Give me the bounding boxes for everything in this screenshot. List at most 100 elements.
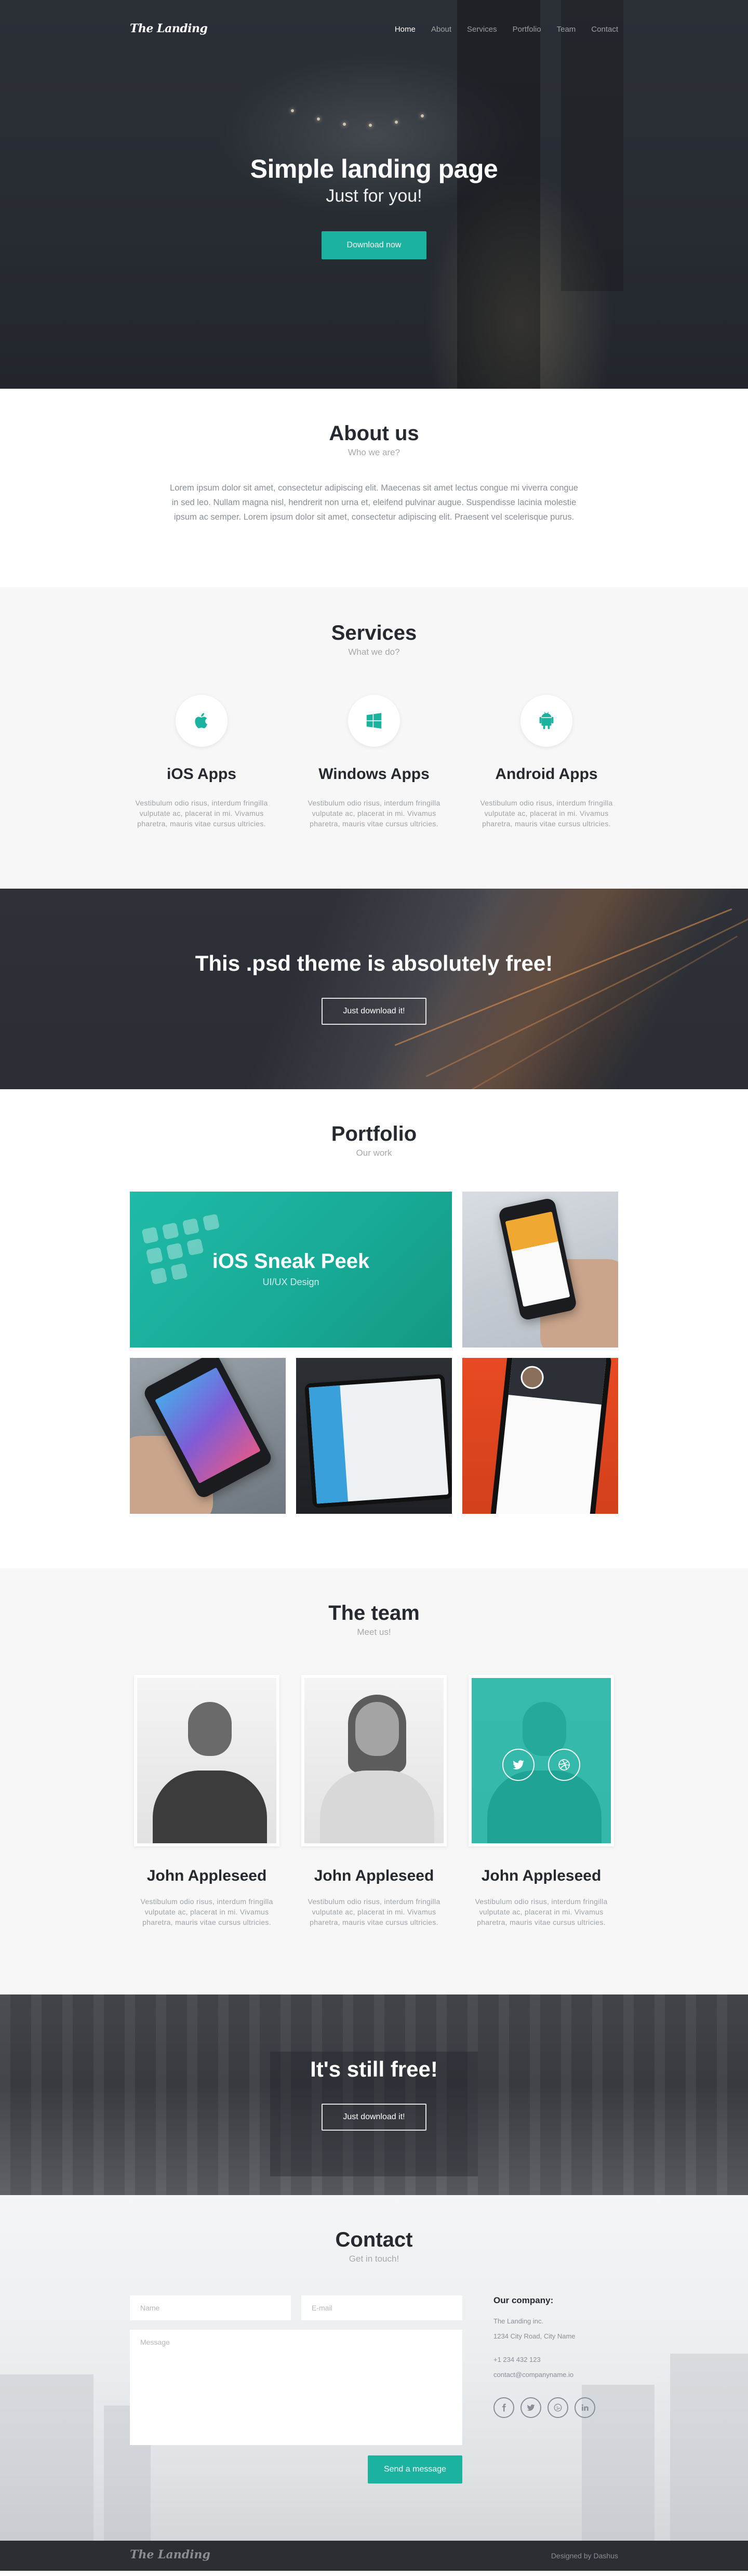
hero-title: Simple landing page — [250, 154, 498, 183]
nav-item-contact[interactable]: Contact — [591, 25, 618, 34]
about-title: About us — [329, 422, 419, 445]
services-grid: iOS Apps Vestibulum odio risus, interdum… — [130, 695, 618, 829]
company-address: 1234 City Road, City Name — [493, 2332, 576, 2340]
portfolio-title: Portfolio — [331, 1122, 417, 1145]
twitter-icon[interactable] — [502, 1749, 535, 1781]
portfolio-featured-title: iOS Sneak Peek — [212, 1250, 370, 1273]
still-free-banner: It's still free! Just download it! — [0, 1994, 748, 2195]
member-social-links — [472, 1749, 611, 1781]
just-download-button[interactable]: Just download it! — [322, 998, 426, 1025]
team-subtitle: Meet us! — [357, 1627, 391, 1637]
team-member-photo[interactable] — [134, 1675, 279, 1846]
team-member-name: John Appleseed — [314, 1867, 434, 1884]
phone-image — [498, 1197, 578, 1322]
company-phone: +1 234 432 123 — [493, 2356, 541, 2363]
company-name: The Landing inc. — [493, 2317, 544, 2325]
service-name: iOS Apps — [167, 765, 236, 783]
team-member-card: John Appleseed Vestibulum odio risus, in… — [469, 1675, 614, 1927]
about-section: About us Who we are? Lorem ipsum dolor s… — [0, 389, 748, 587]
company-email[interactable]: contact@companyname.io — [493, 2371, 618, 2379]
message-field[interactable] — [130, 2330, 462, 2445]
about-subtitle: Who we are? — [348, 447, 400, 457]
about-text: Lorem ipsum dolor sit amet, consectetur … — [170, 483, 578, 522]
portfolio-item-phone-app[interactable] — [462, 1192, 618, 1348]
just-download-button[interactable]: Just download it! — [322, 2104, 426, 2131]
team-member-card: John Appleseed Vestibulum odio risus, in… — [301, 1675, 447, 1927]
team-section: The team Meet us! John Appleseed Vestibu… — [0, 1568, 748, 1994]
service-name: Android Apps — [495, 765, 598, 783]
nav-item-services[interactable]: Services — [467, 25, 497, 34]
lantern-light — [291, 109, 294, 112]
services-subtitle: What we do? — [348, 647, 400, 657]
lantern-light — [395, 121, 398, 124]
lantern-light — [421, 114, 424, 117]
service-description: Vestibulum odio risus, interdum fringill… — [308, 799, 440, 828]
nav-item-home[interactable]: Home — [395, 25, 416, 34]
lantern-light — [317, 117, 320, 121]
tablet-image — [304, 1373, 452, 1509]
team-member-bio: Vestibulum odio risus, interdum fringill… — [308, 1897, 440, 1926]
site-logo[interactable]: The Landing — [130, 22, 208, 35]
site-footer: The Landing Designed by Dashus — [0, 2541, 748, 2571]
top-navigation: The Landing Home About Services Portfoli… — [0, 22, 748, 37]
team-member-photo[interactable] — [469, 1675, 614, 1846]
city-skyline — [670, 2354, 748, 2541]
hero-section: The Landing Home About Services Portfoli… — [0, 0, 748, 389]
windows-icon — [348, 695, 400, 747]
name-field[interactable] — [130, 2295, 291, 2320]
email-field[interactable] — [301, 2295, 462, 2320]
team-member-name: John Appleseed — [481, 1867, 602, 1884]
portfolio-subtitle: Our work — [356, 1148, 392, 1158]
team-member-bio: Vestibulum odio risus, interdum fringill… — [140, 1897, 273, 1926]
nav-item-portfolio[interactable]: Portfolio — [513, 25, 541, 34]
team-member-name: John Appleseed — [146, 1867, 267, 1884]
android-icon — [520, 695, 572, 747]
send-message-button[interactable]: Send a message — [368, 2455, 462, 2483]
team-member-card: John Appleseed Vestibulum odio risus, in… — [134, 1675, 279, 1927]
facebook-icon[interactable] — [493, 2397, 514, 2418]
portfolio-item-iphone[interactable] — [130, 1358, 286, 1514]
company-info-title: Our company: — [493, 2295, 554, 2305]
nav-item-about[interactable]: About — [431, 25, 451, 34]
dribbble-icon[interactable] — [547, 2397, 568, 2418]
nav-menu: Home About Services Portfolio Team Conta… — [395, 25, 618, 34]
service-description: Vestibulum odio risus, interdum fringill… — [135, 799, 268, 828]
portfolio-section: Portfolio Our work iOS Sneak Peek UI/UX … — [0, 1089, 748, 1568]
lantern-light — [343, 123, 346, 126]
portfolio-item-profile-app[interactable] — [462, 1358, 618, 1514]
services-title: Services — [331, 622, 417, 644]
contact-body: Send a message Our company: The Landing … — [130, 2295, 618, 2483]
service-card-android: Android Apps Vestibulum odio risus, inte… — [475, 695, 618, 829]
portfolio-item-featured[interactable]: iOS Sneak Peek UI/UX Design — [130, 1192, 452, 1348]
company-info: Our company: The Landing inc. 1234 City … — [493, 2295, 618, 2483]
service-description: Vestibulum odio risus, interdum fringill… — [480, 799, 613, 828]
team-member-bio: Vestibulum odio risus, interdum fringill… — [475, 1897, 608, 1926]
contact-section: Contact Get in touch! Send a message Our… — [0, 2195, 748, 2541]
download-now-button[interactable]: Download now — [322, 231, 426, 259]
team-grid: John Appleseed Vestibulum odio risus, in… — [130, 1675, 618, 1927]
footer-credit: Designed by Dashus — [551, 2552, 618, 2560]
banner-title: It's still free! — [310, 2057, 438, 2081]
hero-subtitle: Just for you! — [326, 186, 422, 206]
city-skyline — [0, 2374, 94, 2541]
services-section: Services What we do? iOS Apps Vestibulum… — [0, 587, 748, 889]
service-card-ios: iOS Apps Vestibulum odio risus, interdum… — [130, 695, 273, 829]
team-member-photo[interactable] — [301, 1675, 447, 1846]
linkedin-icon[interactable] — [575, 2397, 595, 2418]
social-links — [493, 2397, 618, 2418]
portfolio-featured-subtitle: UI/UX Design — [262, 1277, 319, 1287]
banner-title: This .psd theme is absolutely free! — [195, 951, 553, 975]
nav-item-team[interactable]: Team — [557, 25, 576, 34]
lantern-light — [369, 124, 372, 127]
service-name: Windows Apps — [318, 765, 430, 783]
phone-image — [489, 1358, 612, 1514]
hero-content: Simple landing page Just for you! Downlo… — [0, 154, 748, 259]
footer-logo[interactable]: The Landing — [130, 2548, 210, 2561]
portfolio-item-tablet[interactable] — [296, 1358, 452, 1514]
contact-form: Send a message — [130, 2295, 462, 2483]
dribbble-icon[interactable] — [548, 1749, 580, 1781]
team-title: The team — [328, 1602, 420, 1624]
apple-icon — [176, 695, 228, 747]
twitter-icon[interactable] — [520, 2397, 541, 2418]
free-theme-banner: This .psd theme is absolutely free! Just… — [0, 889, 748, 1089]
